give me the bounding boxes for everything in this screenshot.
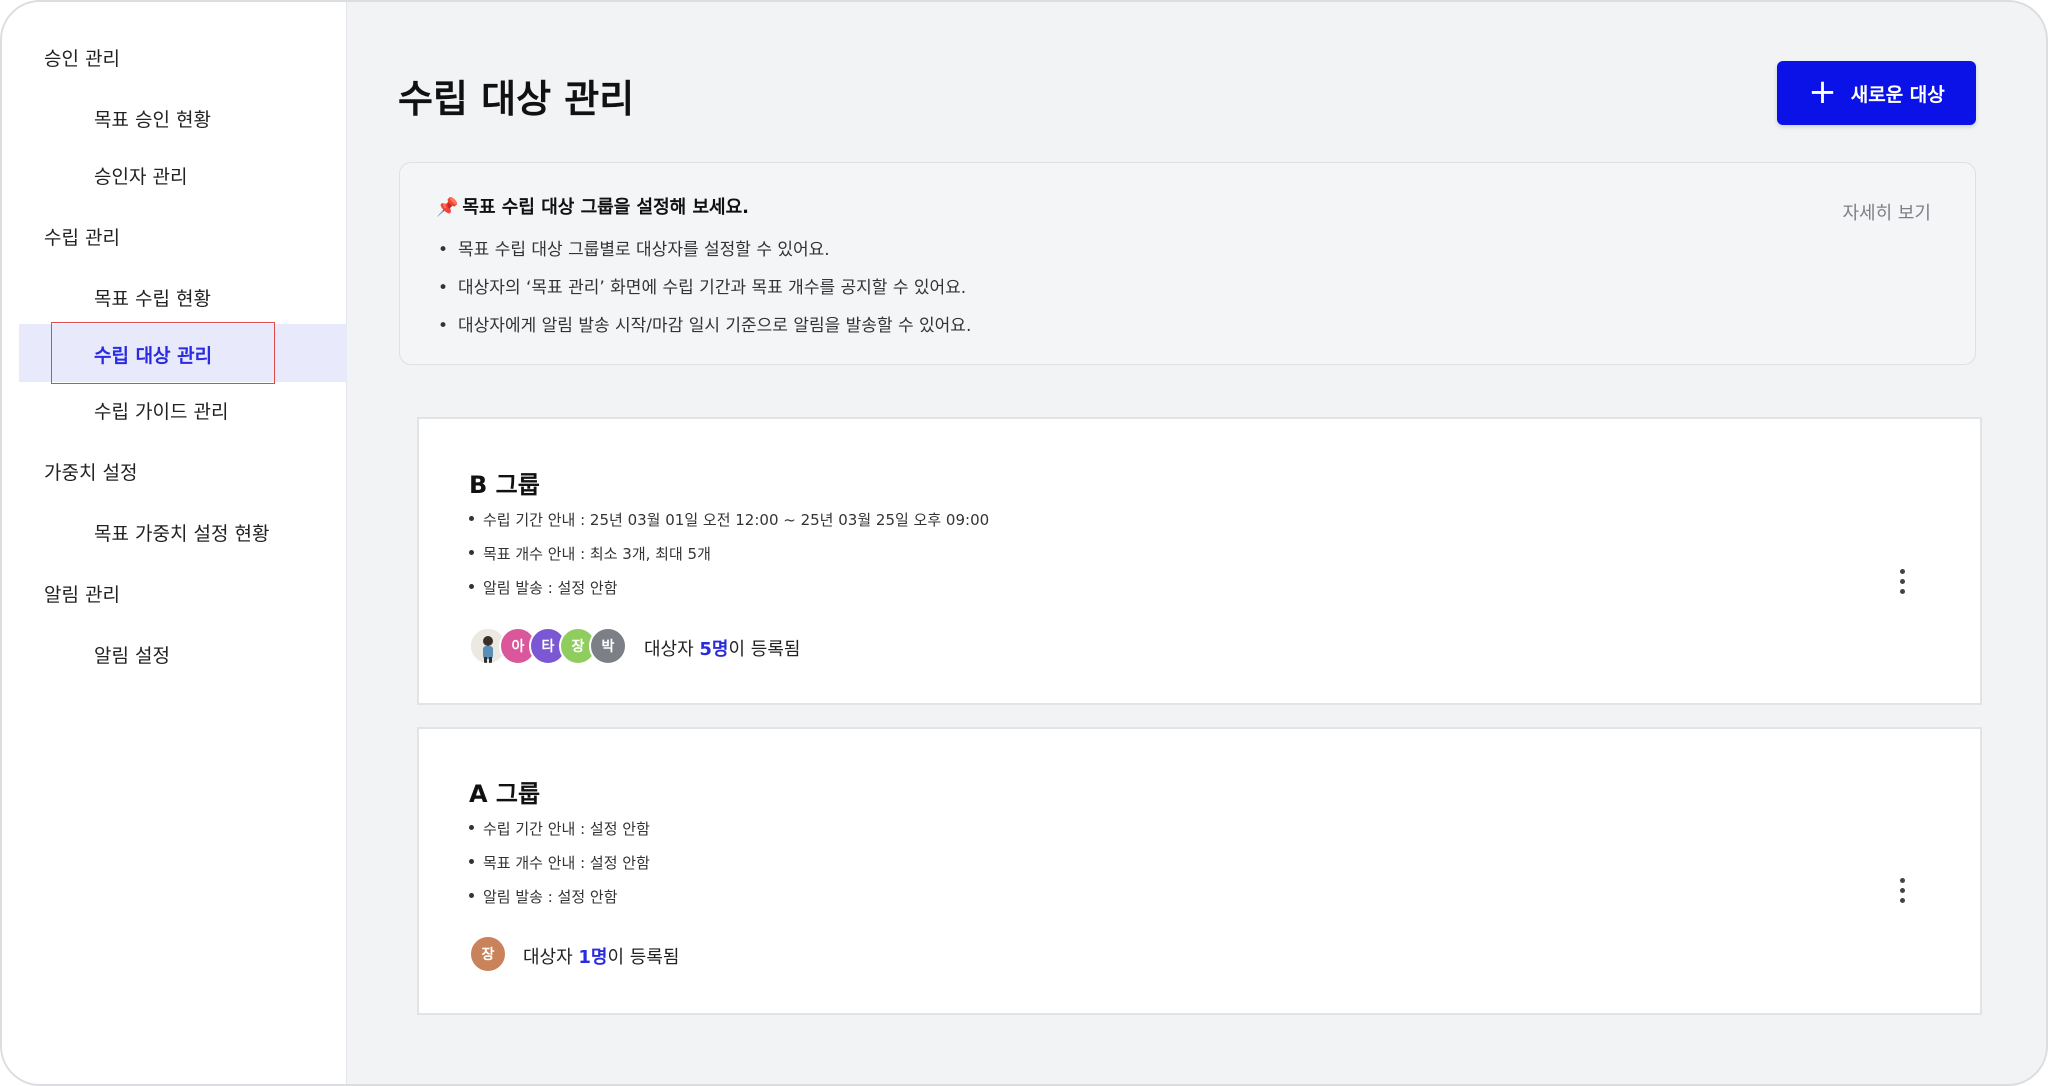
more-options-icon[interactable]	[1892, 870, 1912, 910]
sidebar-item-goal-establishment-status[interactable]: 목표 수립 현황	[94, 284, 211, 311]
new-target-button[interactable]: + 새로운 대상	[1777, 61, 1976, 125]
registered-suffix: 이 등록됨	[607, 947, 680, 968]
group-info-text: 수립 기간 안내 : 설정 안함	[483, 820, 650, 838]
info-line-text: 대상자의 ‘목표 관리’ 화면에 수립 기간과 목표 개수를 공지할 수 있어요…	[458, 278, 967, 298]
info-line-text: 대상자에게 알림 발송 시작/마감 일시 기준으로 알림을 발송할 수 있어요.	[458, 316, 972, 336]
group-info-line: 수립 기간 안내 : 25년 03월 01일 오전 12:00 ~ 25년 03…	[469, 509, 990, 530]
group-info-text: 목표 개수 안내 : 최소 3개, 최대 5개	[483, 545, 711, 563]
registered-count: 대상자 1명이 등록됨	[523, 943, 679, 969]
avatar: 박	[589, 627, 627, 665]
registered-prefix: 대상자	[644, 639, 700, 660]
more-options-icon[interactable]	[1892, 561, 1912, 601]
group-card-a[interactable]: A 그룹 수립 기간 안내 : 설정 안함 목표 개수 안내 : 설정 안함 알…	[417, 727, 1982, 1015]
group-info-line: 목표 개수 안내 : 최소 3개, 최대 5개	[469, 543, 711, 564]
info-line-text: 목표 수립 대상 그룹별로 대상자를 설정할 수 있어요.	[458, 240, 830, 260]
page-title: 수립 대상 관리	[398, 77, 635, 121]
plus-icon: +	[1808, 71, 1837, 112]
sidebar-section-approval[interactable]: 승인 관리	[44, 44, 120, 71]
group-info-text: 알림 발송 : 설정 안함	[483, 579, 618, 597]
sidebar-item-goal-weight-status[interactable]: 목표 가중치 설정 현황	[94, 519, 269, 546]
info-line: • 목표 수립 대상 그룹별로 대상자를 설정할 수 있어요.	[438, 240, 830, 260]
group-info-line: 목표 개수 안내 : 설정 안함	[469, 852, 650, 873]
app-window: 승인 관리 목표 승인 현황 승인자 관리 수립 관리 목표 수립 현황 수립 …	[0, 0, 2048, 1086]
group-info-line: 알림 발송 : 설정 안함	[469, 577, 618, 598]
sidebar-item-guide-management[interactable]: 수립 가이드 관리	[94, 397, 228, 424]
group-title: B 그룹	[469, 471, 540, 499]
registered-count-value: 1명	[578, 947, 608, 968]
registered-prefix: 대상자	[523, 947, 579, 968]
info-line: • 대상자에게 알림 발송 시작/마감 일시 기준으로 알림을 발송할 수 있어요…	[438, 316, 972, 336]
sidebar-item-notification-settings[interactable]: 알림 설정	[94, 641, 170, 668]
group-info-text: 알림 발송 : 설정 안함	[483, 888, 618, 906]
registered-suffix: 이 등록됨	[728, 639, 801, 660]
avatar-group: 장	[469, 935, 509, 975]
pin-icon: 📌	[436, 197, 459, 218]
new-target-button-label: 새로운 대상	[1850, 83, 1945, 106]
sidebar-section-weight[interactable]: 가중치 설정	[44, 458, 137, 485]
group-card-b[interactable]: B 그룹 수립 기간 안내 : 25년 03월 01일 오전 12:00 ~ 2…	[417, 417, 1982, 705]
registered-count: 대상자 5명이 등록됨	[644, 635, 800, 661]
info-line: • 대상자의 ‘목표 관리’ 화면에 수립 기간과 목표 개수를 공지할 수 있어…	[438, 278, 967, 298]
info-banner: 📌 목표 수립 대상 그룹을 설정해 보세요. • 목표 수립 대상 그룹별로 대상…	[399, 162, 1976, 365]
group-info-line: 알림 발송 : 설정 안함	[469, 886, 618, 907]
info-title: 📌 목표 수립 대상 그룹을 설정해 보세요.	[436, 193, 749, 219]
sidebar: 승인 관리 목표 승인 현황 승인자 관리 수립 관리 목표 수립 현황 수립 …	[2, 2, 347, 1084]
group-title: A 그룹	[469, 780, 541, 808]
registered-count-value: 5명	[699, 639, 729, 660]
sidebar-item-approver-management[interactable]: 승인자 관리	[94, 162, 187, 189]
sidebar-item-goal-approval-status[interactable]: 목표 승인 현황	[94, 105, 211, 132]
sidebar-item-target-management[interactable]: 수립 대상 관리	[94, 341, 212, 368]
avatar-group: 아 타 장 박	[469, 627, 639, 667]
group-info-line: 수립 기간 안내 : 설정 안함	[469, 818, 650, 839]
group-info-text: 목표 개수 안내 : 설정 안함	[483, 854, 650, 872]
sidebar-section-establishment[interactable]: 수립 관리	[44, 223, 120, 250]
info-title-text: 목표 수립 대상 그룹을 설정해 보세요.	[462, 197, 749, 218]
group-info-text: 수립 기간 안내 : 25년 03월 01일 오전 12:00 ~ 25년 03…	[483, 511, 990, 529]
sidebar-section-notification[interactable]: 알림 관리	[44, 580, 120, 607]
detail-link[interactable]: 자세히 보기	[1842, 199, 1931, 225]
avatar: 장	[469, 935, 507, 973]
